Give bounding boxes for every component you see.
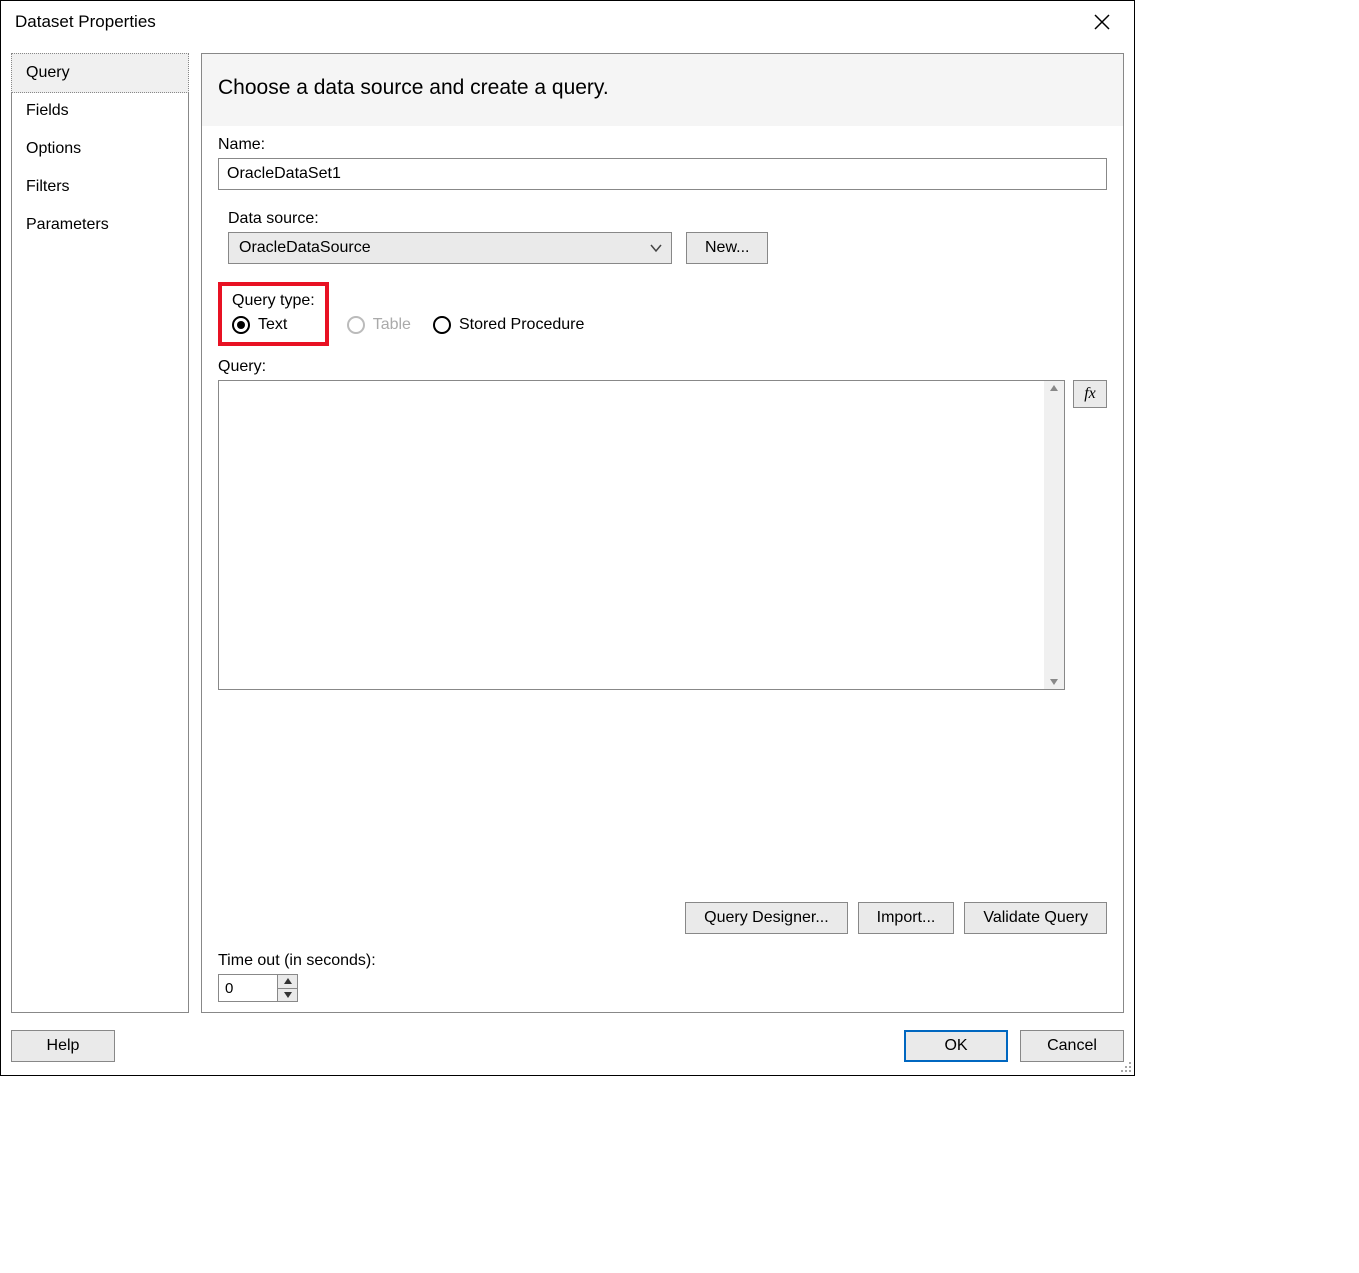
sidebar: Query Fields Options Filters Parameters (11, 53, 189, 1013)
dialog-title: Dataset Properties (15, 12, 156, 32)
radio-table: Table (347, 316, 411, 334)
radio-label: Table (373, 316, 411, 334)
query-block: Query: fx (218, 358, 1107, 934)
radio-label: Text (258, 316, 287, 334)
name-input[interactable] (218, 158, 1107, 190)
arrow-down-icon (284, 992, 292, 998)
titlebar: Dataset Properties (1, 1, 1134, 43)
scroll-down-icon (1049, 677, 1059, 687)
sidebar-item-filters[interactable]: Filters (12, 168, 188, 206)
validate-query-button[interactable]: Validate Query (964, 902, 1107, 934)
sidebar-item-fields[interactable]: Fields (12, 92, 188, 130)
cancel-button[interactable]: Cancel (1020, 1030, 1124, 1062)
radio-text[interactable]: Text (232, 316, 315, 334)
dialog-window: Dataset Properties Query Fields Options … (0, 0, 1135, 1076)
timeout-input[interactable] (219, 975, 277, 1001)
query-textarea[interactable] (219, 381, 1044, 689)
timeout-spinner[interactable] (218, 974, 298, 1002)
arrow-up-icon (284, 978, 292, 984)
radio-icon (347, 316, 365, 334)
query-type-label: Query type: (232, 292, 315, 310)
sidebar-item-label: Filters (26, 178, 70, 195)
datasource-label: Data source: (228, 210, 1107, 228)
sidebar-item-query[interactable]: Query (11, 53, 189, 93)
query-type-highlight: Query type: Text (218, 282, 329, 346)
dialog-body: Query Fields Options Filters Parameters … (1, 43, 1134, 1021)
radio-icon (433, 316, 451, 334)
fx-label: fx (1084, 385, 1096, 403)
query-designer-button[interactable]: Query Designer... (685, 902, 848, 934)
close-button[interactable] (1082, 2, 1122, 42)
sidebar-item-label: Parameters (26, 216, 109, 233)
dialog-footer: Help OK Cancel (1, 1021, 1134, 1075)
panel-heading: Choose a data source and create a query. (202, 54, 1123, 126)
scroll-up-icon (1049, 383, 1059, 393)
main-panel: Choose a data source and create a query.… (201, 53, 1124, 1013)
query-textarea-container (218, 380, 1065, 690)
help-button[interactable]: Help (11, 1030, 115, 1062)
datasource-value: OracleDataSource (239, 239, 371, 257)
chevron-down-icon (649, 241, 663, 255)
resize-grip-icon[interactable] (1118, 1059, 1132, 1073)
radio-label: Stored Procedure (459, 316, 584, 334)
close-icon (1094, 14, 1110, 30)
sidebar-item-options[interactable]: Options (12, 130, 188, 168)
expression-button[interactable]: fx (1073, 380, 1107, 408)
timeout-increment[interactable] (278, 975, 297, 989)
ok-button[interactable]: OK (904, 1030, 1008, 1062)
new-datasource-button[interactable]: New... (686, 232, 768, 264)
datasource-select[interactable]: OracleDataSource (228, 232, 672, 264)
timeout-decrement[interactable] (278, 989, 297, 1002)
panel-content: Name: Data source: OracleDataSource New.… (202, 126, 1123, 1012)
name-label: Name: (218, 136, 1107, 154)
sidebar-item-label: Options (26, 140, 81, 157)
sidebar-item-parameters[interactable]: Parameters (12, 206, 188, 244)
sidebar-item-label: Fields (26, 102, 69, 119)
import-button[interactable]: Import... (858, 902, 955, 934)
timeout-label: Time out (in seconds): (218, 952, 1107, 970)
radio-icon (232, 316, 250, 334)
radio-stored-procedure[interactable]: Stored Procedure (433, 316, 584, 334)
sidebar-item-label: Query (26, 64, 70, 81)
query-label: Query: (218, 358, 1107, 376)
scrollbar[interactable] (1044, 381, 1064, 689)
